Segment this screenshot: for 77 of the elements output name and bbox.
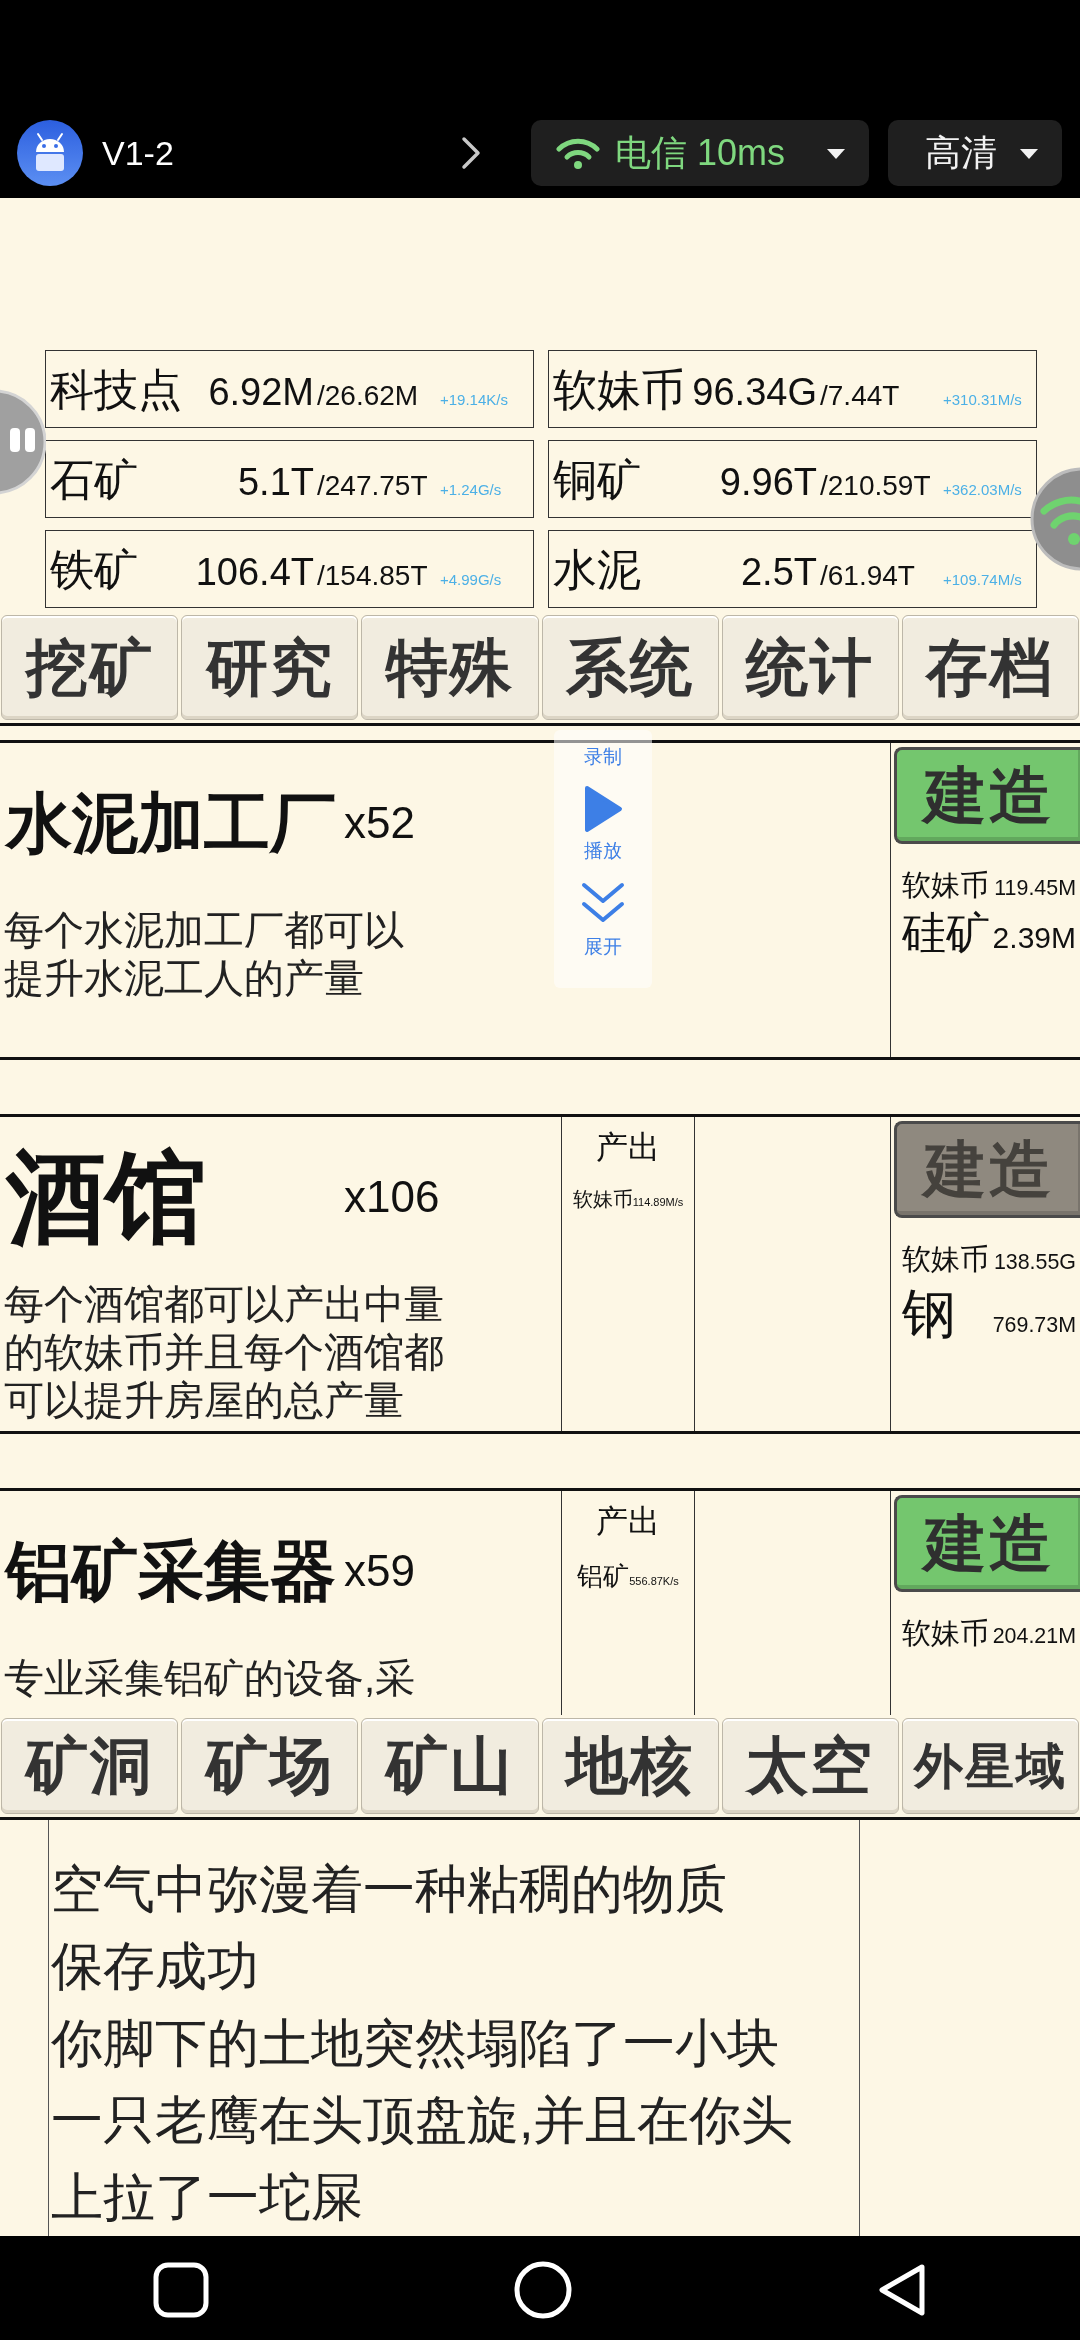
log-message: 保存成功 [51, 1936, 260, 1997]
play-icon [582, 784, 624, 834]
floating-pause-icon[interactable] [0, 388, 46, 496]
resource-amount: 6.92M [208, 373, 314, 411]
resource-amount: 9.96T [719, 463, 817, 501]
output-label: 产出 [596, 1129, 660, 1165]
building-count: x106 [344, 1175, 440, 1219]
building-count: x52 [344, 801, 415, 845]
home-icon[interactable] [514, 2261, 572, 2319]
building-description: 每个酒馆都可以产出中量 的软妹币并且每个酒馆都 可以提升房屋的总产量 [4, 1281, 445, 1424]
area-tab[interactable]: 矿洞 [1, 1718, 179, 1814]
resource-rate: +4.99G/s [440, 572, 502, 587]
app-title: V1-2 [102, 133, 175, 173]
log-message: 空气中弥漫着一种粘稠的物质 [51, 1859, 728, 1920]
main-tab[interactable]: 研究 [181, 615, 359, 720]
chevron-right-icon[interactable] [460, 135, 482, 171]
building-description: 专业采集铝矿的设备,采 [4, 1655, 417, 1702]
resource-capacity: /26.62M [316, 382, 420, 410]
resource-name: 软妹币 [553, 368, 685, 412]
caret-down-icon [825, 146, 847, 160]
resource-rate: +109.74M/s [943, 572, 1022, 587]
resource-rate: +19.14K/s [440, 392, 508, 407]
resource-capacity: /154.85T [316, 562, 429, 590]
resource-amount: 96.34G [692, 373, 817, 411]
output-rate: 铝矿556.87K/s [577, 1563, 679, 1589]
area-tab[interactable]: 地核 [541, 1718, 719, 1814]
floating-wifi-icon[interactable] [1030, 467, 1080, 571]
resource-name: 石矿 [50, 458, 138, 502]
main-tab[interactable]: 挖矿 [1, 615, 179, 720]
main-tab[interactable]: 存档 [901, 615, 1079, 720]
building-name: 水泥加工厂 [4, 786, 337, 860]
area-tab[interactable]: 矿山 [361, 1718, 539, 1814]
resource-rate: +362.03M/s [943, 482, 1022, 497]
expand-button[interactable]: 展开 [580, 880, 626, 958]
resource-capacity: /7.44T [819, 382, 901, 410]
output-rate: 软妹币114.89M/s [572, 1189, 684, 1209]
output-label: 产出 [596, 1503, 660, 1539]
wifi-icon [556, 136, 600, 170]
cost-item: 软妹币 119.45M [901, 868, 1077, 902]
main-tab[interactable]: 统计 [721, 615, 899, 720]
build-button[interactable]: 建造 [894, 1495, 1080, 1592]
network-selector[interactable]: 电信 10ms [531, 120, 869, 186]
caret-down-icon [1018, 146, 1040, 160]
quality-selector[interactable]: 高清 [888, 120, 1062, 186]
building-description: 每个水泥加工厂都可以 提升水泥工人的产量 [4, 907, 405, 1002]
main-tab[interactable]: 系统 [541, 615, 719, 720]
play-button[interactable]: 播放 [582, 784, 624, 862]
area-tab[interactable]: 外星域 [901, 1718, 1079, 1814]
build-button[interactable]: 建造 [894, 747, 1080, 844]
resource-capacity: /61.94T [819, 562, 916, 590]
building-name: 酒馆 [4, 1142, 207, 1252]
resource-capacity: /210.59T [819, 472, 932, 500]
resource-amount: 5.1T [237, 463, 314, 501]
cost-item: 软妹币 138.55G [901, 1242, 1077, 1276]
back-icon[interactable] [877, 2263, 928, 2317]
resource-name: 科技点 [50, 368, 182, 412]
log-message: 你脚下的土地突然塌陷了一小块 [51, 2013, 780, 2074]
resource-amount: 106.4T [195, 553, 314, 591]
area-tab[interactable]: 矿场 [181, 1718, 359, 1814]
log-message: 一只老鹰在头顶盘旋,并且在你头上拉了一坨屎 [51, 2090, 795, 2228]
cost-item: 钢 769.73M [901, 1281, 1077, 1344]
resource-rate: +310.31M/s [943, 392, 1022, 407]
cost-item: 硅矿2.39M [901, 907, 1077, 959]
resource-name: 铁矿 [50, 548, 138, 592]
resource-capacity: /247.75T [316, 472, 429, 500]
recent-apps-icon[interactable] [152, 2262, 209, 2318]
recorder-title: 录制 [584, 746, 622, 768]
area-tab[interactable]: 太空 [721, 1718, 899, 1814]
resource-name: 铜矿 [553, 458, 641, 502]
resource-name: 水泥 [553, 548, 641, 592]
cost-item: 软妹币 204.21M [901, 1616, 1077, 1650]
android-app-icon[interactable] [17, 120, 83, 186]
building-count: x59 [344, 1549, 415, 1593]
resource-rate: +1.24G/s [440, 482, 502, 497]
building-name: 铝矿采集器 [4, 1534, 337, 1608]
resource-amount: 2.5T [740, 553, 817, 591]
main-tab[interactable]: 特殊 [361, 615, 539, 720]
